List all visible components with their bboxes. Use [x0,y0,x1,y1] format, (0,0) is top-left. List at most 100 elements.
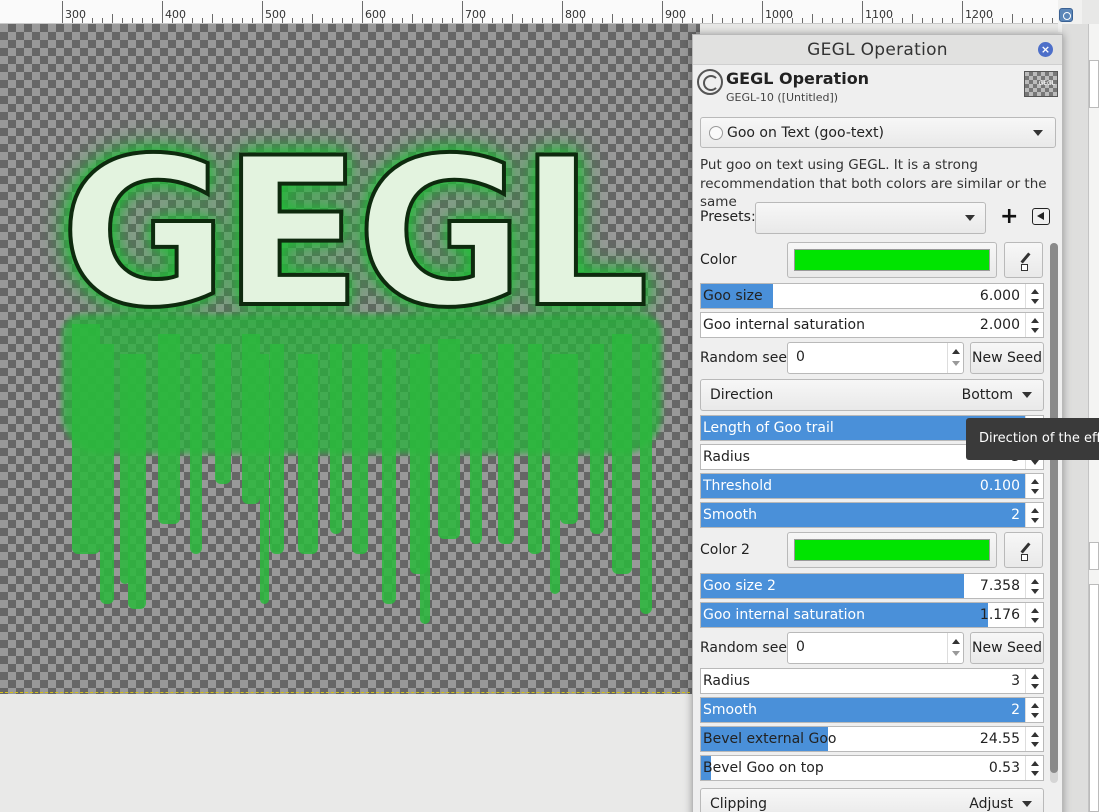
goo-size-slider[interactable]: Goo size 6.000 [700,283,1044,309]
decrement-icon[interactable] [1031,618,1039,623]
decrement-icon[interactable] [1031,328,1039,333]
ruler-minor-tick [152,18,153,23]
spin-buttons[interactable] [1025,284,1043,308]
ruler-minor-tick [312,14,313,23]
decrement-icon[interactable] [1031,589,1039,594]
spin-buttons[interactable] [1025,474,1043,498]
increment-icon[interactable] [1031,318,1039,323]
new-seed-2-button[interactable]: New Seed [970,632,1044,664]
decrement-icon[interactable] [952,361,960,366]
threshold-slider[interactable]: Threshold 0.100 [700,473,1044,499]
random-seed-label: Random seed [700,350,796,366]
ruler-minor-tick [892,18,893,23]
spin-buttons[interactable] [947,343,963,373]
spin-buttons[interactable] [1025,574,1043,598]
ruler-minor-tick [942,18,943,23]
decrement-icon[interactable] [1031,518,1039,523]
dialog-titlebar[interactable]: GEGL Operation × [693,35,1062,65]
add-preset-button[interactable]: + [1000,205,1018,229]
ruler-minor-tick [632,18,633,23]
ruler-minor-tick [682,18,683,23]
direction-select[interactable]: Direction Bottom [700,379,1044,411]
operation-select[interactable]: Goo on Text (goo-text) [700,117,1056,148]
scrollbar-thumb[interactable] [1050,243,1058,773]
spin-buttons[interactable] [947,633,963,663]
decrement-icon[interactable] [1031,713,1039,718]
color-picker-icon[interactable] [1004,242,1043,278]
ruler-major-tick [862,1,863,23]
increment-icon[interactable] [1031,674,1039,679]
color-button[interactable] [787,242,997,278]
random-seed-2-value: 0 [796,639,805,655]
goo-size-2-slider[interactable]: Goo size 2 7.358 [700,573,1044,599]
presets-menu-icon[interactable] [1032,208,1050,225]
image-canvas[interactable]: GEGL [0,24,700,694]
color-picker-icon[interactable] [1004,532,1043,568]
bevel-external-goo-slider[interactable]: Bevel external Goo 24.55 [700,726,1044,752]
smooth-slider[interactable]: Smooth 2 [700,502,1044,528]
ruler-minor-tick [622,18,623,23]
decrement-icon[interactable] [1031,771,1039,776]
ruler-minor-tick [472,18,473,23]
slider-label: Threshold [703,478,772,494]
close-icon[interactable]: × [1038,42,1053,57]
goo-drip [330,344,342,534]
new-seed-button[interactable]: New Seed [970,342,1044,374]
operation-name: Goo on Text (goo-text) [727,125,884,141]
ruler-minor-tick [742,18,743,23]
increment-icon[interactable] [1031,289,1039,294]
color-2-button[interactable] [787,532,997,568]
decrement-icon[interactable] [1031,460,1039,465]
increment-icon[interactable] [1031,479,1039,484]
direction-label: Direction [710,387,774,403]
increment-icon[interactable] [1031,608,1039,613]
spin-buttons[interactable] [1025,503,1043,527]
ruler-major-tick [162,1,163,23]
increment-icon[interactable] [952,349,960,354]
ruler-minor-tick [772,18,773,23]
radius-2-slider[interactable]: Radius 3 [700,668,1044,694]
ruler-minor-tick [782,18,783,23]
spin-buttons[interactable] [1025,727,1043,751]
decrement-icon[interactable] [1031,299,1039,304]
increment-icon[interactable] [1031,761,1039,766]
goo-internal-saturation-slider[interactable]: Goo internal saturation 2.000 [700,312,1044,338]
ruler-minor-tick [952,18,953,23]
goo-drip [260,354,269,604]
ruler-minor-tick [302,18,303,23]
smooth-2-slider[interactable]: Smooth 2 [700,697,1044,723]
clipping-select[interactable]: Clipping Adjust [700,788,1044,812]
navigate-icon[interactable] [1059,8,1073,22]
spin-buttons[interactable] [1025,669,1043,693]
dialog-scrollbar[interactable] [1050,243,1058,783]
slider-label: Bevel external Goo [703,731,837,747]
increment-icon[interactable] [1031,732,1039,737]
ruler-minor-tick [1022,18,1023,23]
increment-icon[interactable] [1031,579,1039,584]
ruler-minor-tick [1042,18,1043,23]
ruler-minor-tick [592,18,593,23]
increment-icon[interactable] [1031,508,1039,513]
increment-icon[interactable] [1031,703,1039,708]
spin-buttons[interactable] [1025,603,1043,627]
increment-icon[interactable] [952,639,960,644]
goo-drip [560,354,578,524]
random-seed-input[interactable]: 0 [787,342,964,374]
ruler-major-tick [62,1,63,23]
random-seed-2-input[interactable]: 0 [787,632,964,664]
dialog-title: GEGL Operation [807,40,948,60]
goo-internal-saturation-2-slider[interactable]: Goo internal saturation 1.176 [700,602,1044,628]
decrement-icon[interactable] [1031,684,1039,689]
decrement-icon[interactable] [1031,489,1039,494]
spin-buttons[interactable] [1025,698,1043,722]
color-2-swatch [794,539,990,561]
spin-buttons[interactable] [1025,313,1043,337]
ruler-minor-tick [282,18,283,23]
decrement-icon[interactable] [1031,742,1039,747]
spin-buttons[interactable] [1025,756,1043,780]
ruler-minor-tick [182,18,183,23]
ruler-minor-tick [532,18,533,23]
presets-select[interactable] [755,202,986,234]
decrement-icon[interactable] [952,651,960,656]
bevel-goo-on-top-slider[interactable]: Bevel Goo on top 0.53 [700,755,1044,781]
